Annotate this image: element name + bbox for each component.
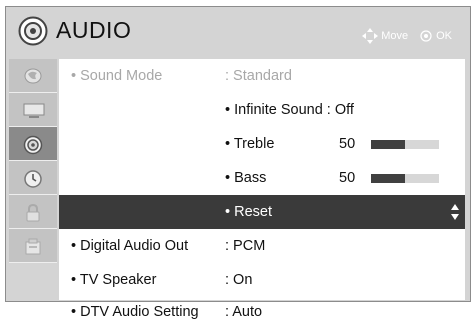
dtv-audio-setting-row[interactable]: • DTV Audio Setting : Auto xyxy=(59,295,465,329)
digital-audio-out-row[interactable]: • Digital Audio Out : PCM xyxy=(59,229,465,263)
screen-icon xyxy=(23,103,45,118)
dtv-audio-setting-label: • DTV Audio Setting xyxy=(71,304,199,320)
time-icon xyxy=(24,170,42,188)
ok-circle-icon xyxy=(420,30,432,42)
move-hint: Move xyxy=(381,30,409,42)
sound-mode-row: • Sound Mode : Standard xyxy=(59,59,465,93)
infinite-sound-label: • Infinite Sound : Off xyxy=(225,102,354,118)
audio-settings-panel: • Sound Mode : Standard • Infinite Sound… xyxy=(59,59,465,320)
move-arrows-icon xyxy=(362,28,379,44)
page-title: AUDIO xyxy=(56,17,132,43)
bass-label: • Bass xyxy=(225,170,267,186)
picture-icon xyxy=(24,68,42,84)
lock-icon xyxy=(26,203,40,222)
treble-row[interactable]: • Treble 50 xyxy=(59,127,465,161)
dtv-audio-setting-value: : Auto xyxy=(225,304,263,320)
tv-speaker-label: • TV Speaker xyxy=(71,272,157,288)
sidebar-item-lock[interactable] xyxy=(9,195,57,229)
treble-label: • Treble xyxy=(225,136,275,152)
sidebar-item-option[interactable] xyxy=(9,229,57,263)
category-sidebar xyxy=(9,59,57,300)
infinite-sound-row[interactable]: • Infinite Sound : Off xyxy=(59,93,465,127)
navigation-hints: Move OK xyxy=(362,28,452,44)
sidebar-item-audio[interactable] xyxy=(9,127,57,161)
bass-value: 50 xyxy=(339,170,356,186)
tv-speaker-row[interactable]: • TV Speaker : On xyxy=(59,263,465,297)
menu-header: AUDIO Move OK xyxy=(6,7,470,59)
treble-level-fill xyxy=(371,140,405,149)
ok-hint: OK xyxy=(436,30,452,42)
reset-label: • Reset xyxy=(225,204,272,220)
up-down-arrow-icon xyxy=(451,204,459,220)
bass-level-fill xyxy=(371,174,405,183)
digital-audio-out-label: • Digital Audio Out xyxy=(71,238,189,254)
audio-icon xyxy=(18,16,48,46)
treble-value: 50 xyxy=(339,136,356,152)
option-icon xyxy=(25,238,41,255)
reset-row[interactable]: • Reset xyxy=(59,195,465,229)
tv-speaker-value: : On xyxy=(225,272,253,288)
sound-mode-label: • Sound Mode xyxy=(71,68,163,84)
sidebar-item-picture[interactable] xyxy=(9,59,57,93)
bass-level-bar[interactable] xyxy=(371,174,439,183)
sidebar-item-time[interactable] xyxy=(9,161,57,195)
sound-mode-value: : Standard xyxy=(225,68,292,84)
audio-icon xyxy=(23,135,43,155)
audio-menu-window: AUDIO Move OK • Sound Mode: Standard • … xyxy=(5,6,471,320)
digital-audio-out-value: : PCM xyxy=(225,238,266,254)
bass-row[interactable]: • Bass 50 xyxy=(59,161,465,195)
treble-level-bar[interactable] xyxy=(371,140,439,149)
sidebar-item-screen[interactable] xyxy=(9,93,57,127)
